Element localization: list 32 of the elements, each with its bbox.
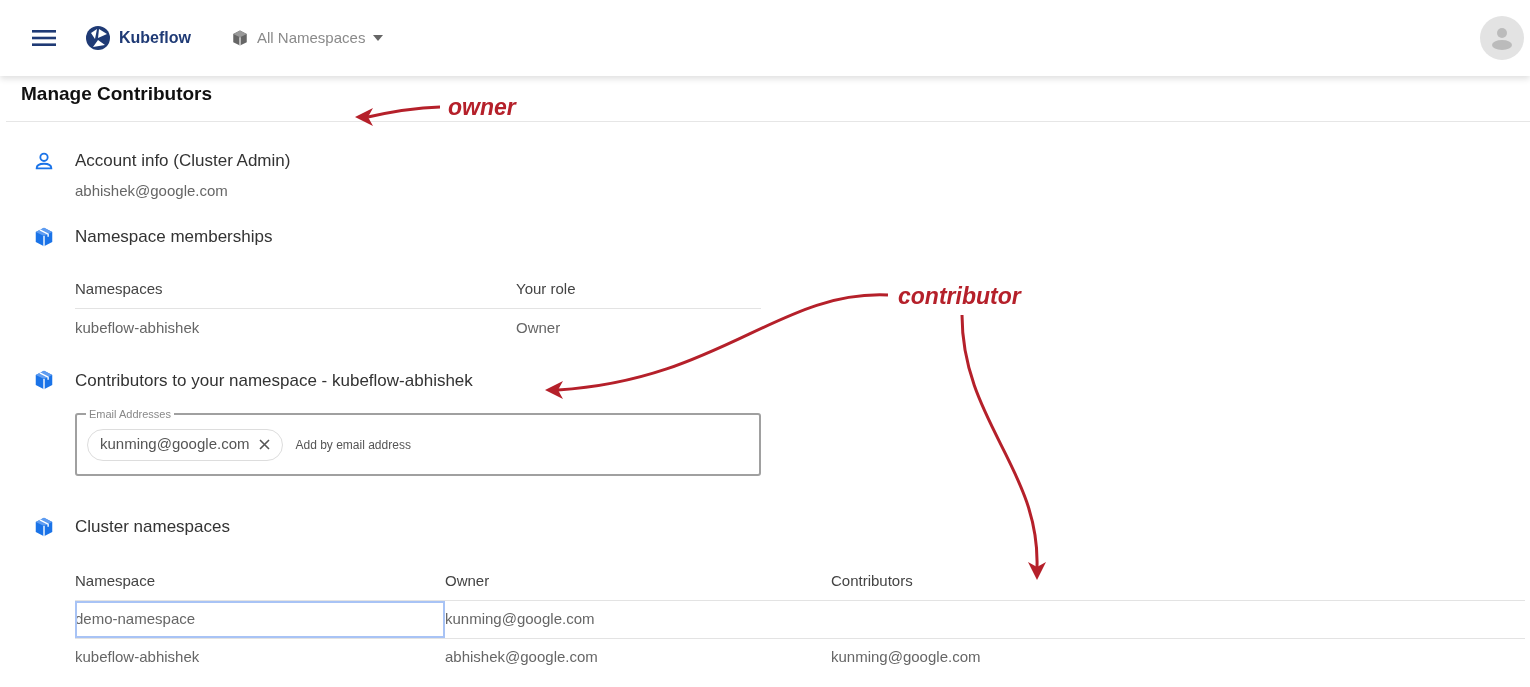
caret-icon [373,35,384,41]
account-email: abhishek@google.com [74,180,229,201]
table-cell-text: kubeflow-abhishek [75,646,200,667]
table-cell-text: Owner [516,317,561,338]
cube-icon [33,515,55,538]
person-icon [1490,26,1514,50]
section-title: Account info (Cluster Admin) [75,150,291,172]
table-cell-text: kunming@google.com [831,646,981,667]
section-title: Namespace memberships [75,226,273,248]
section-title: Contributors to your namespace - kubeflow-abhishek [75,369,473,392]
cube-icon [33,369,55,392]
brand-name: Kubeflow [119,28,191,48]
table-cell-text: kunming@google.com [445,608,595,629]
column-header: Namespace [75,570,157,591]
column-header: Namespaces [75,278,164,299]
annotation-label: owner [448,96,516,119]
column-header: Contributors [831,570,913,591]
annotation-label: contributor [898,285,1021,308]
page-title: Manage Contributors [21,82,213,106]
column-header: Your role [516,278,576,299]
table-cell-text: demo-namespace [75,608,196,629]
column-header: Owner [445,570,491,591]
close-icon[interactable] [259,439,271,450]
table-cell-text: kubeflow-abhishek [75,317,201,338]
section-title: Cluster namespaces [75,516,230,538]
logo-icon [85,25,111,51]
namespace-selector[interactable]: All Namespaces [231,26,384,50]
table-cell-text: abhishek@google.com [445,646,598,667]
menu-icon[interactable] [32,29,56,47]
cube-icon [231,29,249,47]
cube-icon [33,225,55,248]
field-label: Email Addresses [86,407,174,421]
